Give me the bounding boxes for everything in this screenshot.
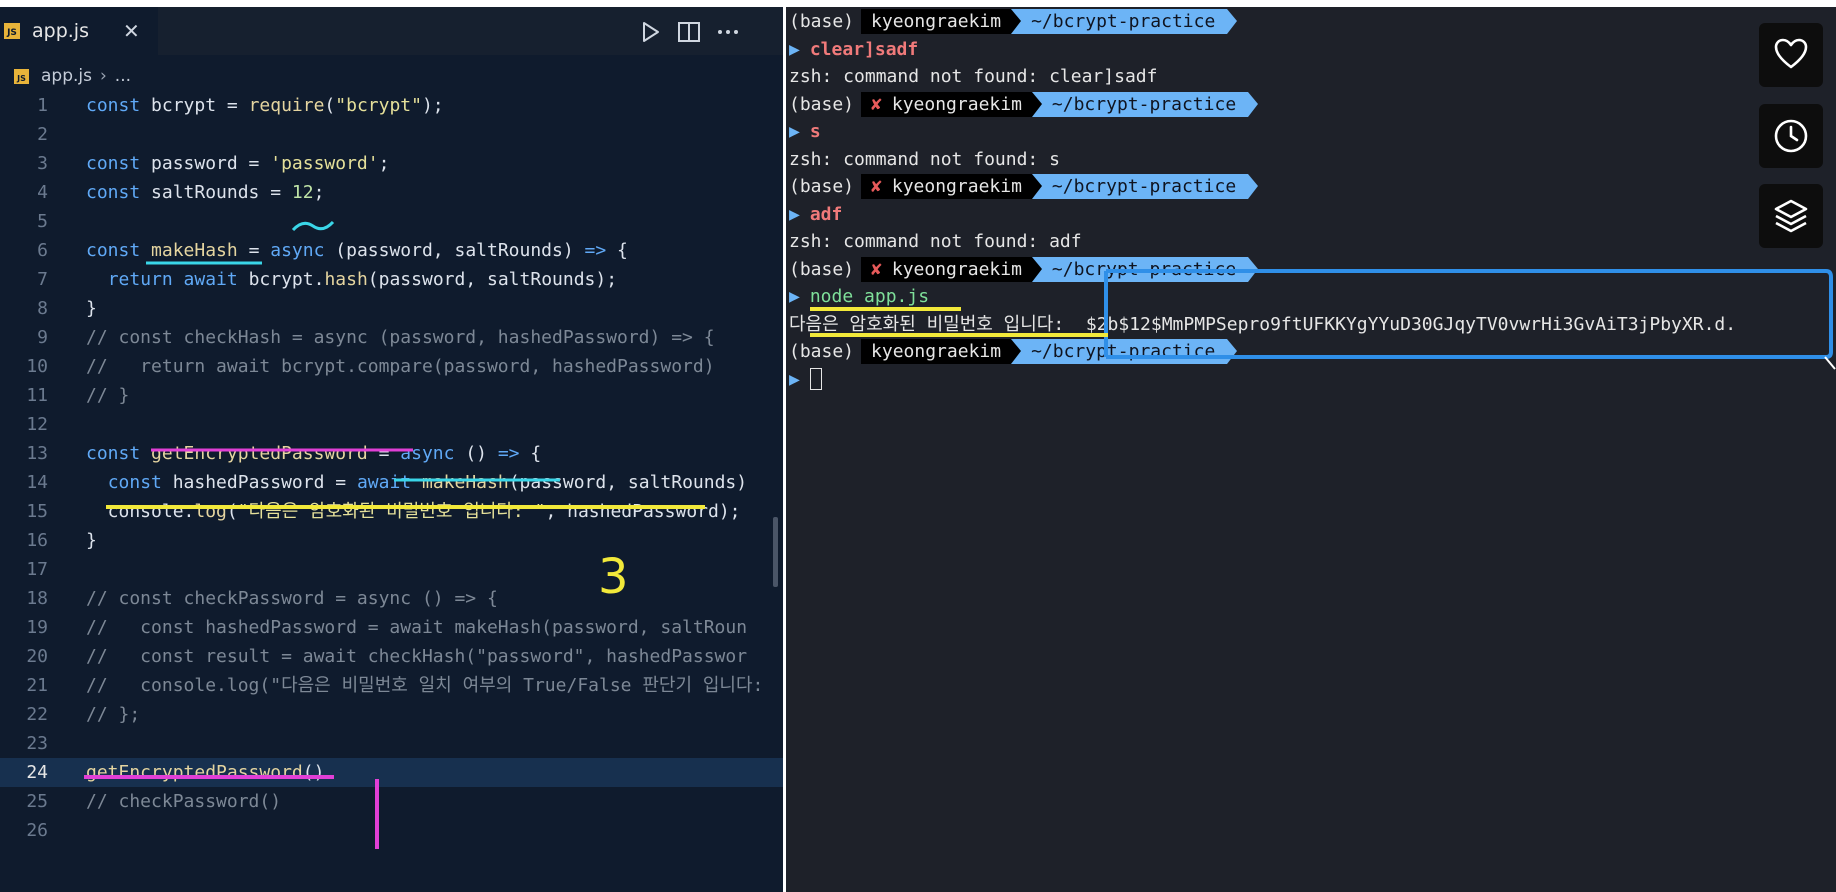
- screen-top-strip: [0, 0, 1836, 7]
- terminal-pane[interactable]: (base) kyeongraekim ~/bcrypt-practice ▶ clea…: [786, 7, 1836, 892]
- layers-icon: [1774, 199, 1808, 233]
- terminal-pen-annotations: [810, 269, 1836, 370]
- like-button[interactable]: [1759, 23, 1823, 87]
- watch-later-button[interactable]: [1759, 104, 1823, 168]
- clock-icon: [1774, 119, 1808, 153]
- pen-annotations: [84, 220, 705, 849]
- layers-button[interactable]: [1759, 184, 1823, 248]
- heart-icon: [1774, 38, 1808, 69]
- code-editor-pane: JS app.js ✕ JS app.js › ... 1 const bcryp…: [0, 7, 783, 892]
- handwritten-annotation: 3: [598, 549, 629, 605]
